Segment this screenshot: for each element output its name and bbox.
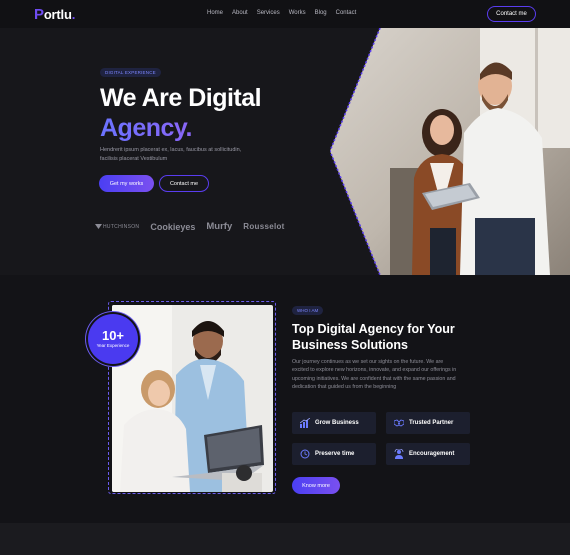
brand-logo-hutchinson: HUTCHINSON xyxy=(95,224,139,230)
feature-label: Preserve time xyxy=(315,451,355,457)
nav-link-blog[interactable]: Blog xyxy=(315,10,327,16)
about-description: Our journey continues as we set our sigh… xyxy=(292,359,457,391)
support-icon xyxy=(394,449,404,459)
hutchinson-mark-icon xyxy=(95,223,102,229)
brand-name: HUTCHINSON xyxy=(103,223,140,230)
about-title: Top Digital Agency for Your Business Sol… xyxy=(292,322,455,352)
hero-description: Hendrerit ipsum placerat ex, lacus, fauc… xyxy=(100,147,242,162)
nav-link-services[interactable]: Services xyxy=(257,10,280,16)
get-my-works-button[interactable]: Get my works xyxy=(99,175,154,192)
next-section xyxy=(0,523,570,555)
handshake-icon xyxy=(394,418,404,428)
logo-initial: P xyxy=(34,6,44,23)
contact-me-button[interactable]: Contact me xyxy=(487,6,536,22)
about-section: 10+ Year Experience WHO I AM Top Digital… xyxy=(0,275,570,523)
logo-dot: . xyxy=(71,7,76,22)
experience-number: 10+ xyxy=(101,328,125,344)
chart-icon xyxy=(300,418,310,428)
nav-link-works[interactable]: Works xyxy=(289,10,306,16)
about-tag: WHO I AM xyxy=(292,306,324,315)
experience-label: Year Experience xyxy=(96,343,130,349)
hero-title-line2: Agency. xyxy=(100,113,261,143)
feature-label: Encouragement xyxy=(409,451,455,457)
nav-link-home[interactable]: Home xyxy=(207,10,223,16)
feature-encouragement: Encouragement xyxy=(386,443,470,465)
brand-logo-rousselot: Rousselot xyxy=(243,222,285,231)
brand-logo-cookieyes: Cookieyes xyxy=(150,221,196,232)
feature-label: Grow Business xyxy=(315,420,359,426)
brand-logos: HUTCHINSON Cookieyes Murfy Rousselot xyxy=(95,221,285,232)
nav-link-about[interactable]: About xyxy=(232,10,248,16)
navbar: Portlu. Home About Services Works Blog C… xyxy=(0,0,570,28)
feature-grow-business: Grow Business xyxy=(292,412,376,434)
hero-team-photo xyxy=(330,28,570,275)
hero-contact-button[interactable]: Contact me xyxy=(159,175,209,192)
hero-title-line1: We Are Digital xyxy=(100,84,262,112)
nav-link-contact[interactable]: Contact xyxy=(336,10,357,16)
logo-text: ortlu xyxy=(43,7,72,22)
feature-trusted-partner: Trusted Partner xyxy=(386,412,470,434)
know-more-button[interactable]: Know more xyxy=(292,477,340,494)
nav-links: Home About Services Works Blog Contact xyxy=(207,10,356,16)
logo[interactable]: Portlu. xyxy=(34,6,75,23)
feature-label: Trusted Partner xyxy=(409,420,454,426)
hero-title: We Are Digital Agency. xyxy=(100,83,262,143)
clock-icon xyxy=(300,449,310,459)
hero-badge: DIGITAL EXPERIENCE xyxy=(100,68,161,77)
experience-badge: 10+ Year Experience xyxy=(88,314,138,364)
brand-logo-murfy: Murfy xyxy=(206,221,233,232)
hero-section: DIGITAL EXPERIENCE We Are Digital Agency… xyxy=(0,28,570,275)
feature-preserve-time: Preserve time xyxy=(292,443,376,465)
